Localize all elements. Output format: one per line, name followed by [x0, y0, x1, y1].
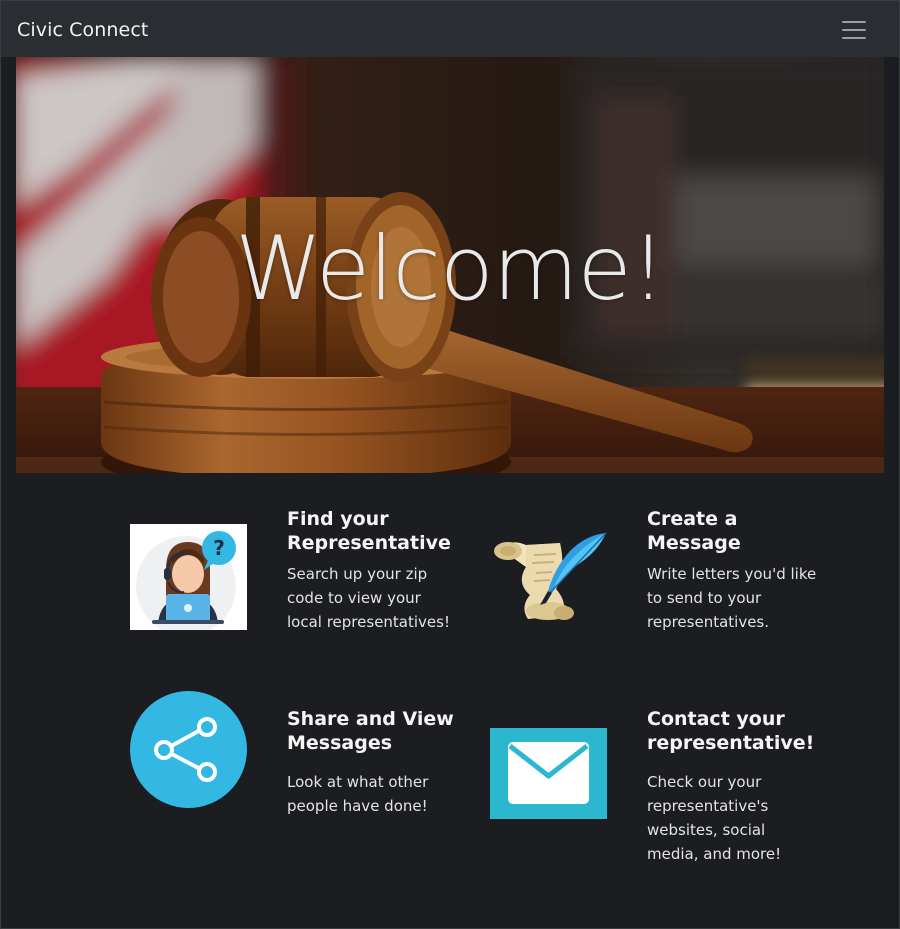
- brand-link[interactable]: Civic Connect: [17, 18, 148, 42]
- hero-title: Welcome!: [235, 217, 666, 320]
- hero-banner: Welcome!: [16, 57, 884, 473]
- hamburger-menu-icon[interactable]: [833, 15, 873, 45]
- feature-text-find-representative: Search up your zip code to view your loc…: [287, 565, 450, 631]
- support-agent-question-icon: ?: [130, 524, 247, 636]
- feature-title-contact-representative: Contact your representative!: [647, 708, 815, 754]
- feature-title-create-message: Create a Message: [647, 508, 741, 554]
- share-icon: [130, 691, 247, 808]
- feature-title-share-messages: Share and View Messages: [287, 708, 454, 754]
- feature-text-share-messages: Look at what other people have done!: [287, 773, 429, 815]
- feature-title-find-representative: Find your Representative: [287, 508, 451, 554]
- app-window: Civic Connect Welcome! ? Find your Repre…: [0, 0, 900, 929]
- navbar: Civic Connect: [1, 1, 899, 57]
- feature-text-create-message: Write letters you'd like to send to your…: [647, 565, 817, 631]
- scroll-and-quill-icon: [490, 529, 608, 625]
- envelope-icon: [490, 728, 607, 819]
- svg-text:?: ?: [213, 536, 225, 560]
- feature-text-contact-representative: Check our your representative's websites…: [647, 773, 782, 863]
